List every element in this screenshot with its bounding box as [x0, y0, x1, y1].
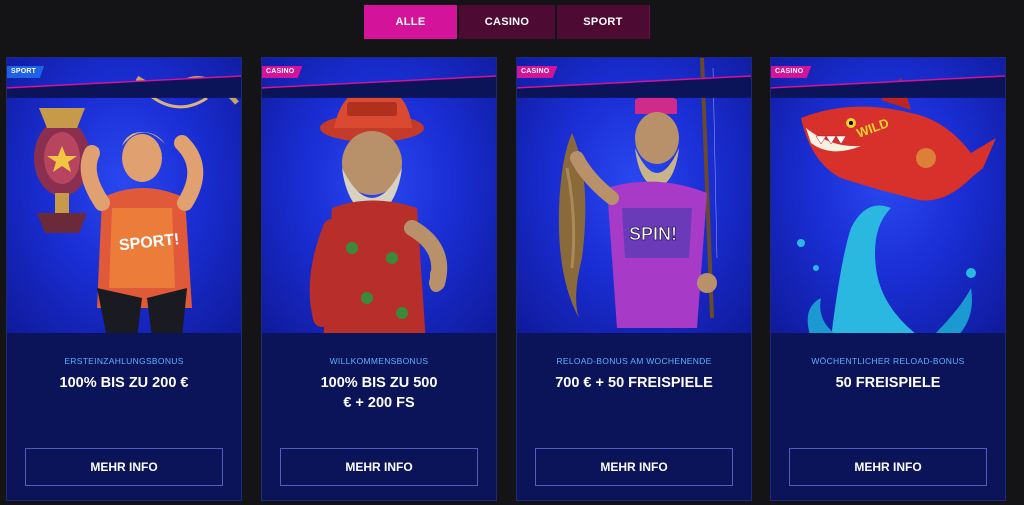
promo-headline: 100% BIS ZU 500 € + 200 FS [320, 375, 438, 411]
promo-card-casino-reload-weekend: SPIN! CASINO RELOAD-BONUS AM WOCHENENDE … [516, 57, 752, 501]
tab-casino[interactable]: CASINO [459, 5, 555, 39]
sport-badge: SPORT [7, 66, 45, 78]
svg-text:SPIN!: SPIN! [629, 224, 677, 244]
promo-headline: 100% BIS ZU 200 € [59, 375, 189, 391]
more-info-button[interactable]: MEHR INFO [789, 448, 987, 486]
promo-subtitle: WÖCHENTLICHER RELOAD-BONUS [811, 356, 965, 366]
casino-badge: CASINO [517, 66, 558, 78]
promo-card-casino-welcome: CASINO WILLKOMMENSBONUS 100% BIS ZU 500 … [261, 57, 497, 501]
promo-subtitle: WILLKOMMENSBONUS [329, 356, 429, 366]
promo-card-casino-weekly-reload: WILD CASINO WÖCHENTLICHER RELOAD-BONUS 5… [770, 57, 1006, 501]
filter-tabs: ALLE CASINO SPORT [364, 5, 650, 39]
promo-image-fisherman: SPIN! [517, 58, 751, 333]
promo-headline: 700 € + 50 FREISPIELE [555, 375, 713, 391]
casino-badge: CASINO [262, 66, 303, 78]
more-info-button[interactable]: MEHR INFO [25, 448, 223, 486]
promo-subtitle: RELOAD-BONUS AM WOCHENENDE [556, 356, 712, 366]
promo-card-sport: SPORT! SPORT ERSTEINZAHLUNGSBONUS 100% B… [6, 57, 242, 501]
tab-alle[interactable]: ALLE [364, 5, 457, 39]
promo-subtitle: ERSTEINZAHLUNGSBONUS [64, 356, 184, 366]
tab-sport[interactable]: SPORT [557, 5, 650, 39]
promo-image-wild-shark: WILD [771, 58, 1005, 333]
promo-image-bearded-man [262, 58, 496, 333]
more-info-button[interactable]: MEHR INFO [535, 448, 733, 486]
more-info-button[interactable]: MEHR INFO [280, 448, 478, 486]
promo-headline: 50 FREISPIELE [835, 375, 941, 391]
casino-badge: CASINO [771, 66, 812, 78]
promo-image-trophy-athlete: SPORT! [7, 58, 241, 333]
